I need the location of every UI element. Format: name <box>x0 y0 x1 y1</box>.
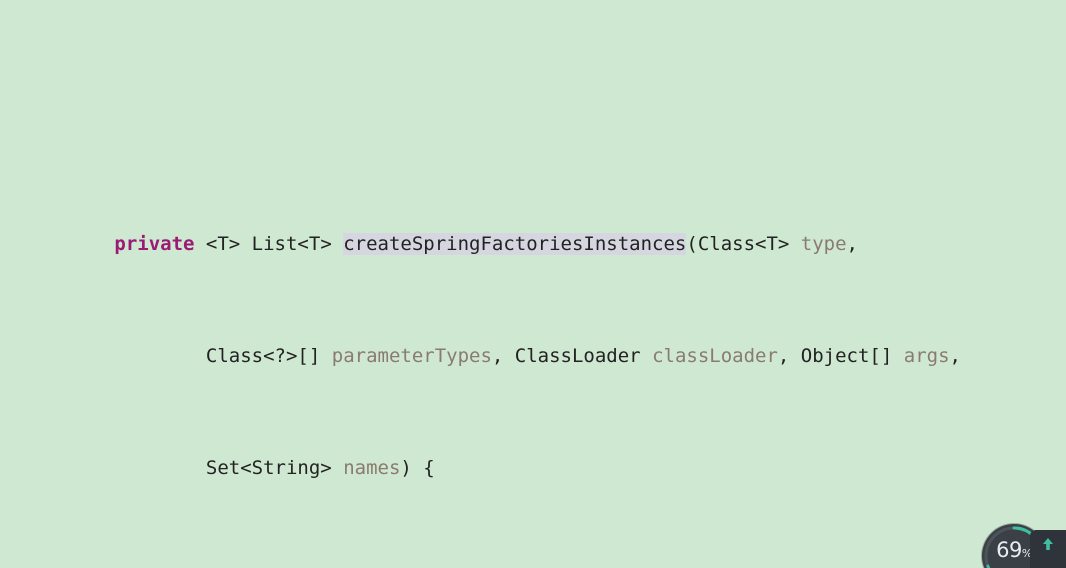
arrow-up-icon <box>1043 538 1053 550</box>
keyword-private: private <box>114 233 195 255</box>
param-parameterTypes: parameterTypes <box>331 345 492 367</box>
code-line-signature-1: private <T> List<T> createSpringFactorie… <box>114 233 858 255</box>
param-args: args <box>903 345 950 367</box>
param-classLoader: classLoader <box>652 345 778 367</box>
code-line-signature-2: Class<?>[] parameterTypes, ClassLoader c… <box>68 345 961 367</box>
code-editor[interactable]: private <T> List<T> createSpringFactorie… <box>0 0 1066 568</box>
scroll-percentage-value: 69 <box>996 538 1022 562</box>
code-content[interactable]: private <T> List<T> createSpringFactorie… <box>0 0 1066 568</box>
code-line-signature-3: Set<String> names) { <box>68 457 435 479</box>
scroll-up-button[interactable] <box>1030 530 1066 568</box>
param-type: type <box>800 233 847 255</box>
selected-method-name[interactable]: createSpringFactoriesInstances <box>343 233 687 255</box>
code-line-instances-decl: List<T> instances = new ArrayList<T>(nam… <box>0 538 1066 566</box>
param-names: names <box>343 457 401 479</box>
code-line-clipped: private <T> List<T> createSpringFactorie… <box>0 112 1066 118</box>
scroll-progress-widget[interactable]: 69% <box>970 520 1066 568</box>
